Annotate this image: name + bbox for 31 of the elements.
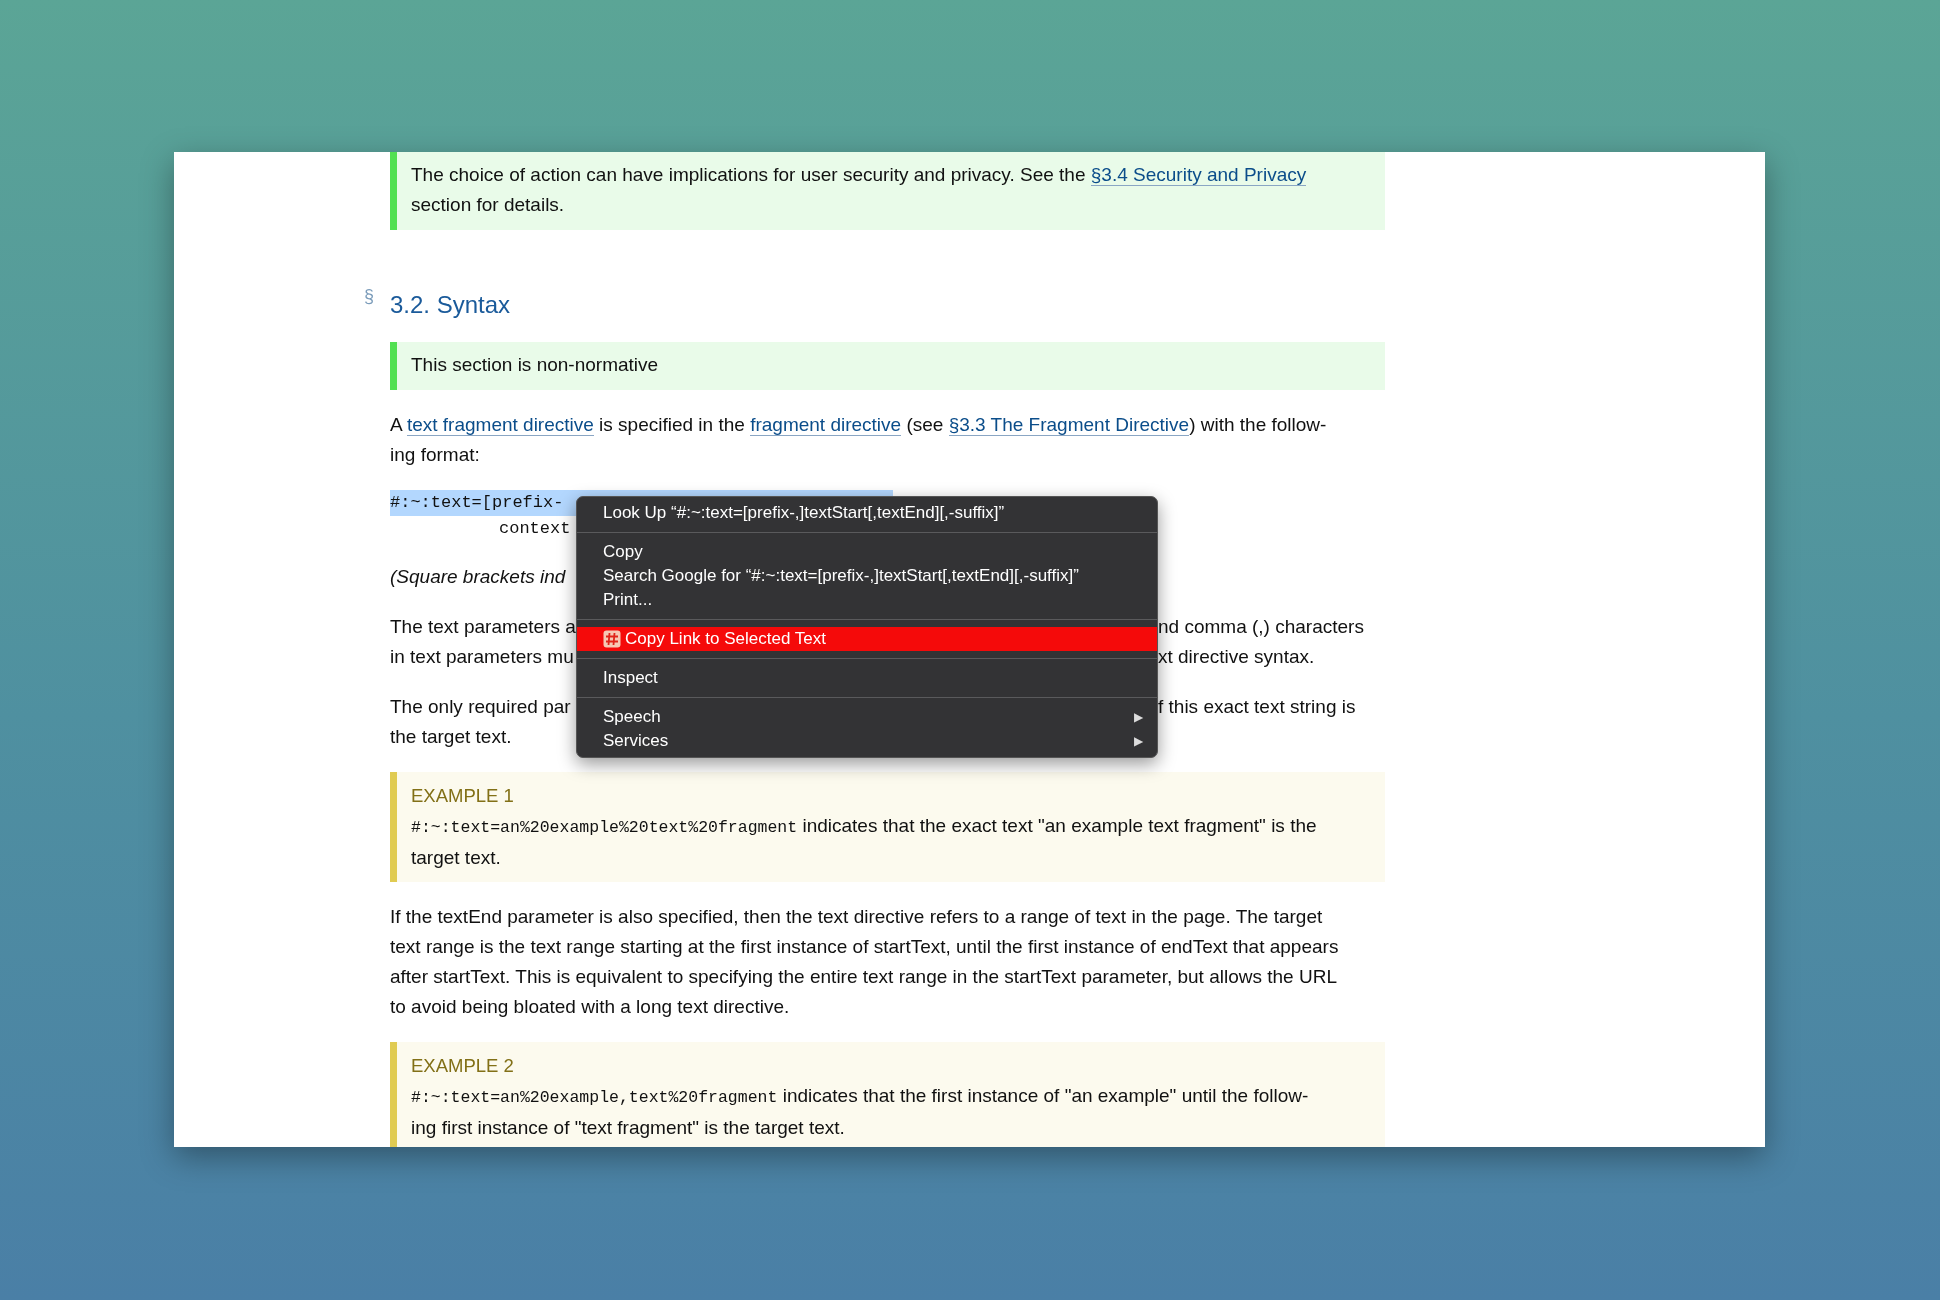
code-line: context xyxy=(499,518,571,540)
link[interactable]: §3.4 Security and Privacy xyxy=(1090,164,1307,186)
paragraph-fragment: the target text. xyxy=(390,725,513,749)
paragraph-fragment: nd comma (,) characters xyxy=(1158,615,1365,639)
menu-item[interactable]: Services ▶ xyxy=(577,729,1157,753)
paragraph-fragment: (Square brackets ind xyxy=(390,565,567,589)
menu-item[interactable]: Copy xyxy=(577,540,1157,564)
example-label: EXAMPLE 2 xyxy=(411,1054,515,1078)
menu-item[interactable]: Copy Link to Selected Text xyxy=(577,627,1157,651)
menu-item[interactable]: Speech ▶ xyxy=(577,705,1157,729)
menu-item[interactable]: Inspect xyxy=(577,666,1157,690)
paragraph: A text fragment directive is specified in the fragment directive (see §3.3 The Fragment Directive) with the follow- ing format: xyxy=(390,413,1328,467)
link[interactable]: text fragment directive xyxy=(406,414,594,436)
paragraph-fragment: xt directive syntax. xyxy=(1158,645,1316,669)
link[interactable]: §3.3 The Fragment Directive xyxy=(948,414,1190,436)
submenu-arrow: ▶ xyxy=(1134,734,1143,748)
paragraph-fragment: in text parameters mu xyxy=(390,645,575,669)
paragraph: #:~:text=an%20example,text%20fragment indicates that the first instance of "an example" until the follow- ing first instance of "text fragment" is the target text. xyxy=(411,1084,1310,1140)
example-label: EXAMPLE 1 xyxy=(411,784,515,808)
paragraph: This section is non-normative xyxy=(411,353,660,377)
paragraph-fragment: The only required par xyxy=(390,695,572,719)
paragraph-fragment: The text parameters a xyxy=(390,615,576,639)
paragraph: #:~:text=an%20example%20text%20fragment indicates that the exact text "an example text fragment" is the target text. xyxy=(411,814,1318,870)
submenu-arrow: ▶ xyxy=(1134,710,1143,724)
paragraph: If the textEnd parameter is also specified, then the text directive refers to a range of text in the page. The target text range is the text range starting at the first instance of startText, until the first instance of endText that appears after startText. This is equivalent to specifying the entire text range in the startText parameter, but allows the URL to avoid being bloated with a long text directive. xyxy=(390,905,1340,1019)
menu-item[interactable]: Search Google for “#:~:text=[prefix-,]textStart[,textEnd][,-suffix]” xyxy=(577,564,1157,588)
section-heading: 3.2. Syntax xyxy=(390,291,511,319)
link[interactable]: fragment directive xyxy=(750,414,902,436)
menu-item[interactable]: Print... xyxy=(577,588,1157,612)
paragraph-fragment: f this exact text string is xyxy=(1158,695,1357,719)
paragraph: The choice of action can have implications for user security and privacy. See the §3.4 Security and Privacy section for details. xyxy=(411,163,1308,217)
